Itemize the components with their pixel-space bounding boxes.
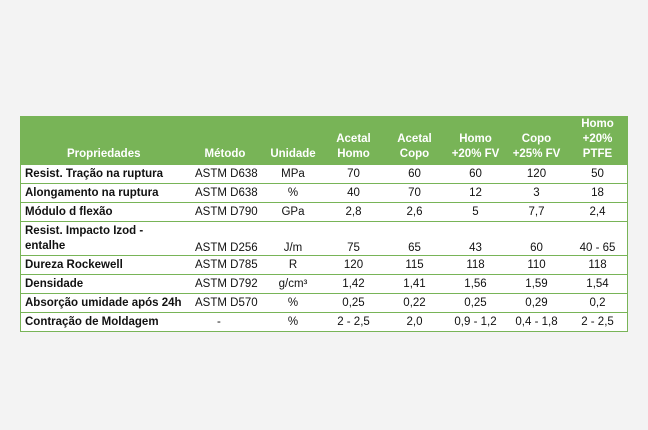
cell-value: 1,59 <box>506 274 567 294</box>
header-property: Propriedades <box>67 148 141 160</box>
cell-value: 0,4 - 1,8 <box>515 316 558 328</box>
cell-unit: J/m <box>263 221 323 256</box>
cell-value: 2,6 <box>384 202 445 222</box>
header-unit: Unidade <box>270 148 316 160</box>
cell-value: 2,8 <box>323 202 384 222</box>
cell-value: 115 <box>384 255 445 275</box>
cell-method: ASTM D638 <box>187 165 263 184</box>
cell-value: 60 <box>445 165 506 184</box>
table-header-row: Propriedades Método Unidade Acetal Homo … <box>21 117 628 165</box>
cell-method: ASTM D785 <box>187 255 263 275</box>
cell-value: 75 <box>323 221 384 256</box>
cell-unit: % <box>263 183 323 203</box>
cell-unit: MPa <box>263 165 323 184</box>
cell-value: 50 <box>567 165 628 184</box>
cell-value: 1,41 <box>384 274 445 294</box>
cell-value: 12 <box>445 183 506 203</box>
cell-value: 0,2 <box>567 293 628 313</box>
cell-property: Contração de Moldagem <box>25 315 159 328</box>
cell-value: 0,9 - 1,2 <box>454 316 497 328</box>
header-method: Método <box>204 148 246 160</box>
cell-property: Módulo d flexão <box>21 202 187 222</box>
cell-value: 2 - 2,5 <box>581 316 614 328</box>
cell-method: ASTM D256 <box>187 221 263 256</box>
cell-value: 2 - 2,5 <box>337 316 370 328</box>
header-material-acetal-copo: Acetal Copo <box>397 133 432 160</box>
cell-value: 43 <box>445 221 506 256</box>
header-material-copo-25fv: Copo +25% FV <box>512 133 561 160</box>
cell-unit: g/cm³ <box>263 274 323 294</box>
header-material-homo-20fv: Homo +20% FV <box>451 133 500 160</box>
cell-value: 60 <box>506 221 567 256</box>
cell-value: 70 <box>323 165 384 184</box>
table-row: Contração de Moldagem - % 2 - 2,5 2,0 0,… <box>21 313 628 332</box>
cell-value: 5 <box>445 202 506 222</box>
cell-method: ASTM D570 <box>187 293 263 313</box>
cell-value: 1,42 <box>323 274 384 294</box>
cell-value: 65 <box>384 221 445 256</box>
cell-value: 120 <box>323 255 384 275</box>
cell-property: Resist. Tração na ruptura <box>21 165 187 184</box>
cell-property: Dureza Rockewell <box>21 255 187 275</box>
cell-value: 118 <box>567 255 628 275</box>
cell-value: 70 <box>384 183 445 203</box>
cell-value: 3 <box>506 183 567 203</box>
cell-value: 0,22 <box>384 293 445 313</box>
cell-property: Alongamento na ruptura <box>21 183 187 203</box>
cell-value: 1,56 <box>445 274 506 294</box>
cell-value: 1,54 <box>567 274 628 294</box>
cell-method: ASTM D638 <box>187 183 263 203</box>
cell-property: Densidade <box>21 274 187 294</box>
cell-value: 0,25 <box>323 293 384 313</box>
cell-value: 18 <box>567 183 628 203</box>
cell-method: ASTM D792 <box>187 274 263 294</box>
cell-value: 60 <box>384 165 445 184</box>
cell-value: 110 <box>506 255 567 275</box>
cell-method: ASTM D790 <box>187 202 263 222</box>
cell-unit: % <box>263 293 323 313</box>
cell-value: 2,4 <box>567 202 628 222</box>
cell-unit: GPa <box>263 202 323 222</box>
table-row: Resist. Impacto Izod - entalhe ASTM D256… <box>21 221 628 256</box>
cell-value: 120 <box>506 165 567 184</box>
cell-value: 40 - 65 <box>567 221 628 256</box>
table-row: Densidade ASTM D792 g/cm³ 1,42 1,41 1,56… <box>21 274 628 294</box>
table-row: Alongamento na ruptura ASTM D638 % 40 70… <box>21 183 628 203</box>
cell-property: Absorção umidade após 24h <box>21 293 187 313</box>
table-row: Resist. Tração na ruptura ASTM D638 MPa … <box>21 165 628 184</box>
cell-unit: % <box>287 316 299 328</box>
cell-value: 2,0 <box>406 316 423 328</box>
cell-value: 40 <box>323 183 384 203</box>
cell-value: 118 <box>445 255 506 275</box>
properties-table-container: Propriedades Método Unidade Acetal Homo … <box>20 116 628 332</box>
cell-value: 0,25 <box>445 293 506 313</box>
header-material-homo-20ptfe: Homo +20% PTFE <box>581 118 614 160</box>
cell-unit: R <box>263 255 323 275</box>
table-row: Módulo d flexão ASTM D790 GPa 2,8 2,6 5 … <box>21 202 628 222</box>
cell-method: - <box>217 316 221 328</box>
cell-property: Resist. Impacto Izod - entalhe <box>21 221 187 256</box>
properties-table: Propriedades Método Unidade Acetal Homo … <box>21 117 628 331</box>
cell-value: 0,29 <box>506 293 567 313</box>
cell-value: 7,7 <box>506 202 567 222</box>
table-row: Dureza Rockewell ASTM D785 R 120 115 118… <box>21 255 628 275</box>
table-row: Absorção umidade após 24h ASTM D570 % 0,… <box>21 293 628 313</box>
header-material-acetal-homo: Acetal Homo <box>336 133 371 160</box>
